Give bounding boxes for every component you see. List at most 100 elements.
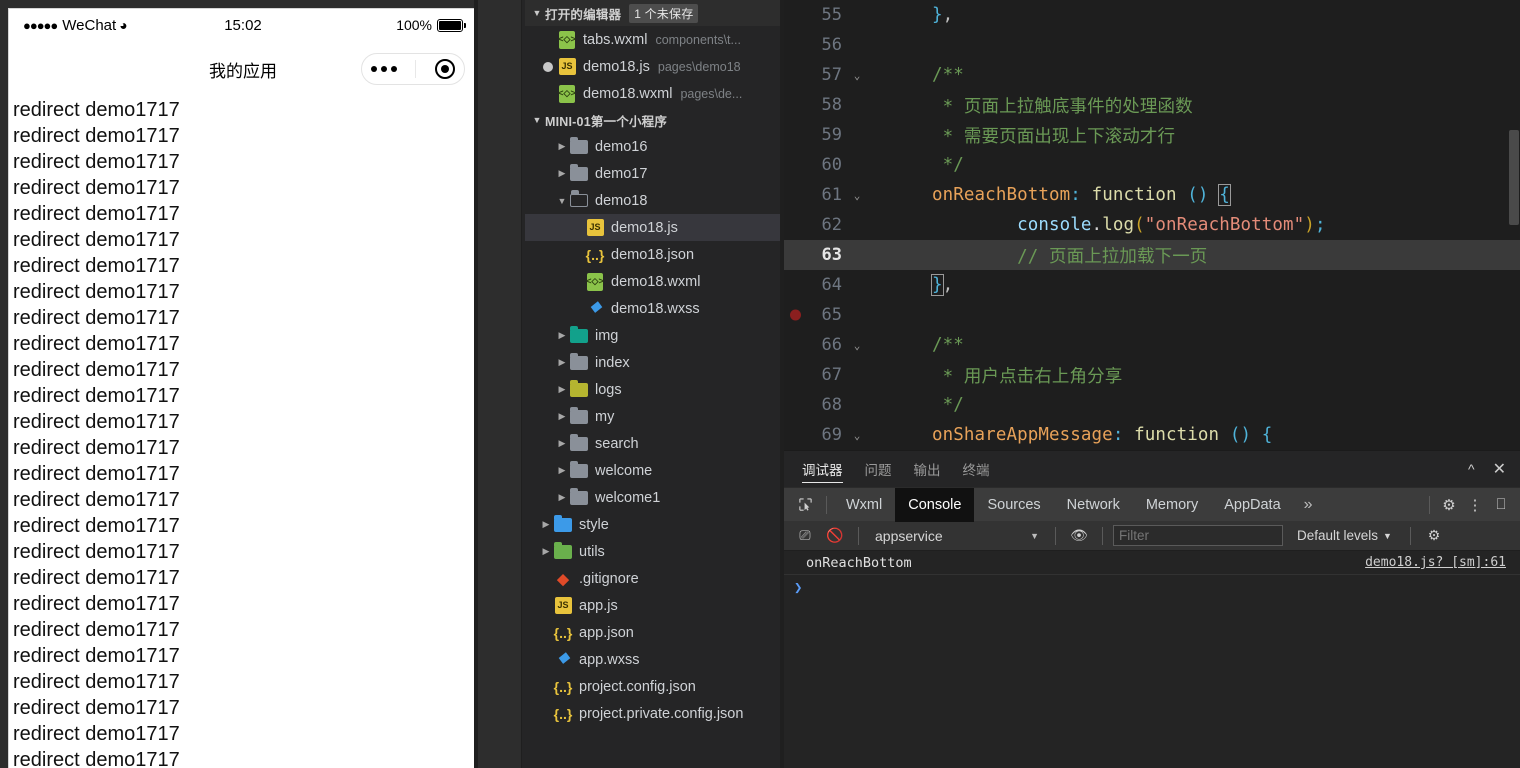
tree-item-demo18-wxml[interactable]: <◇> demo18.wxml xyxy=(525,268,784,295)
tree-item-demo17[interactable]: ▶ demo17 xyxy=(525,160,784,187)
gear-icon[interactable]: ⚙ xyxy=(1436,492,1462,518)
folder-icon xyxy=(569,406,589,426)
devtools-tab[interactable]: 调试器 xyxy=(802,451,843,487)
tree-item-logs[interactable]: ▶ logs xyxy=(525,376,784,403)
devtools-tab[interactable]: 终端 xyxy=(963,451,990,487)
code-text: console.log("onReachBottom"); xyxy=(1017,215,1326,235)
wechat-capsule[interactable] xyxy=(361,53,465,85)
editor-scrollbar-thumb[interactable] xyxy=(1509,130,1519,225)
open-editors-header[interactable]: ▼ 打开的编辑器 1 个未保存 xyxy=(525,0,784,26)
redirect-row: redirect demo1717 xyxy=(13,177,180,199)
code-line-66[interactable]: 66 ⌄ /** xyxy=(784,330,1520,360)
devtools-subtab-console[interactable]: Console xyxy=(895,487,975,522)
tree-item-label: project.private.config.json xyxy=(579,705,744,722)
tree-item-demo18[interactable]: ▼ demo18 xyxy=(525,187,784,214)
tree-item-project-config-json[interactable]: {..} project.config.json xyxy=(525,673,784,700)
devtools-subtab-appdata[interactable]: AppData xyxy=(1211,488,1293,522)
console-sidebar-icon[interactable]: ⎚ xyxy=(792,524,818,548)
code-line-55[interactable]: 55}, xyxy=(784,0,1520,30)
code-line-59[interactable]: 59 * 需要页面出现上下滚动才行 xyxy=(784,120,1520,150)
folder-icon xyxy=(553,541,573,561)
tree-item-app-json[interactable]: {..} app.json xyxy=(525,619,784,646)
console-output: onReachBottom demo18.js? [sm]:61 ❯ xyxy=(784,551,1520,768)
console-context-select[interactable]: appservice ▼ xyxy=(869,525,1045,547)
code-line-57[interactable]: 57 ⌄ /** xyxy=(784,60,1520,90)
tree-item-app-js[interactable]: JS app.js xyxy=(525,592,784,619)
devtools-subtab-wxml[interactable]: Wxml xyxy=(833,488,895,522)
devtools-subtab-sources[interactable]: Sources xyxy=(974,488,1053,522)
code-line-69[interactable]: 69 ⌄ onShareAppMessage: function () { xyxy=(784,420,1520,450)
code-line-58[interactable]: 58 * 页面上拉触底事件的处理函数 xyxy=(784,90,1520,120)
tree-item-search[interactable]: ▶ search xyxy=(525,430,784,457)
code-line-61[interactable]: 61 ⌄ onReachBottom: function () { xyxy=(784,180,1520,210)
devtools-tab[interactable]: 问题 xyxy=(865,451,892,487)
devtools-subtab-memory[interactable]: Memory xyxy=(1133,488,1211,522)
devtools-subtab-overflow[interactable]: » xyxy=(1294,488,1323,522)
console-message-source[interactable]: demo18.js? [sm]:61 xyxy=(1365,555,1520,570)
fold-chevron-icon[interactable]: ⌄ xyxy=(846,69,868,82)
devtools-tab[interactable]: 输出 xyxy=(914,451,941,487)
folder-icon xyxy=(569,163,589,183)
devtools-subtab-network[interactable]: Network xyxy=(1054,488,1133,522)
tree-item-demo18-json[interactable]: {..} demo18.json xyxy=(525,241,784,268)
js-file-icon: JS xyxy=(557,58,577,76)
tree-item-style[interactable]: ▶ style xyxy=(525,511,784,538)
live-expression-icon[interactable]: 👁 xyxy=(1066,524,1092,548)
chevron-up-icon[interactable]: ^ xyxy=(1468,461,1475,477)
close-icon[interactable]: ✕ xyxy=(1493,459,1506,479)
open-editor-item[interactable]: JS demo18.js pages\demo18 xyxy=(525,53,784,80)
code-editor[interactable]: 55}, 56 57 ⌄/** 58 * 页面上拉触底事件的处理函数 59 * 需要页面出… xyxy=(784,0,1520,450)
line-number: 57 xyxy=(821,65,842,85)
tree-item-index[interactable]: ▶ index xyxy=(525,349,784,376)
code-line-62[interactable]: 62 console.log("onReachBottom"); xyxy=(784,210,1520,240)
tree-item-demo16[interactable]: ▶ demo16 xyxy=(525,133,784,160)
folder-icon xyxy=(569,190,589,210)
editor-scrollbar[interactable] xyxy=(1506,0,1520,450)
console-levels-select[interactable]: Default levels ▼ xyxy=(1297,528,1392,543)
tree-item-project-private-config-json[interactable]: {..} project.private.config.json xyxy=(525,700,784,727)
open-editor-name: tabs.wxml xyxy=(583,31,648,48)
gear-icon[interactable]: ⚙ xyxy=(1421,524,1447,548)
open-editor-item[interactable]: <◇> demo18.wxml pages\de... xyxy=(525,80,784,107)
breakpoint-icon[interactable] xyxy=(790,309,801,321)
inspect-element-icon[interactable] xyxy=(790,492,820,518)
fold-chevron-icon[interactable]: ⌄ xyxy=(846,429,868,442)
console-filter-input[interactable] xyxy=(1113,525,1283,546)
tree-item-my[interactable]: ▶ my xyxy=(525,403,784,430)
code-line-63[interactable]: 63 // 页面上拉加载下一页 xyxy=(784,240,1520,270)
open-editor-item[interactable]: <◇> tabs.wxml components\t... xyxy=(525,26,784,53)
tree-item-demo18-js[interactable]: JS demo18.js xyxy=(525,214,784,241)
code-line-67[interactable]: 67 * 用户点击右上角分享 xyxy=(784,360,1520,390)
tree-item-app-wxss[interactable]: ⯁ app.wxss xyxy=(525,646,784,673)
status-bar-right: 100% xyxy=(396,17,466,33)
tree-item-welcome1[interactable]: ▶ welcome1 xyxy=(525,484,784,511)
dock-panel-icon[interactable]: ⎕ xyxy=(1488,492,1514,518)
chevron-down-icon: ▼ xyxy=(557,195,567,206)
open-editor-name: demo18.wxml xyxy=(583,85,673,102)
tree-item-welcome[interactable]: ▶ welcome xyxy=(525,457,784,484)
code-line-68[interactable]: 68 */ xyxy=(784,390,1520,420)
console-prompt[interactable]: ❯ xyxy=(784,575,1520,601)
fold-chevron-icon[interactable]: ⌄ xyxy=(846,339,868,352)
devtools-tabs: 调试器 问题 输出 终端 xyxy=(802,451,990,487)
project-file-tree: ▶ demo16 ▶ demo17 ▼ demo18 JS demo18.js {..} demo… xyxy=(525,133,784,727)
tree-item-utils[interactable]: ▶ utils xyxy=(525,538,784,565)
tree-item-label: demo16 xyxy=(595,138,648,155)
code-line-60[interactable]: 60 */ xyxy=(784,150,1520,180)
tree-item--gitignore[interactable]: ◆ .gitignore xyxy=(525,565,784,592)
fold-chevron-icon[interactable]: ⌄ xyxy=(846,189,868,202)
target-icon[interactable] xyxy=(434,59,455,79)
line-number: 64 xyxy=(821,275,842,295)
redirect-row: redirect demo1717 xyxy=(13,125,180,147)
tree-item-img[interactable]: ▶ img xyxy=(525,322,784,349)
code-line-65[interactable]: 65 xyxy=(784,300,1520,330)
code-line-56[interactable]: 56 xyxy=(784,30,1520,60)
project-header[interactable]: ▼ MINI-01第一个小程序 xyxy=(525,107,784,133)
unsaved-dot-icon xyxy=(543,61,553,72)
more-dots-icon[interactable] xyxy=(371,66,398,72)
clear-console-icon[interactable]: 🚫 xyxy=(822,524,848,548)
tree-item-demo18-wxss[interactable]: ⯁ demo18.wxss xyxy=(525,295,784,322)
more-vertical-icon[interactable]: ⋮ xyxy=(1462,492,1488,518)
code-line-64[interactable]: 64}, xyxy=(784,270,1520,300)
line-number: 55 xyxy=(821,5,842,25)
